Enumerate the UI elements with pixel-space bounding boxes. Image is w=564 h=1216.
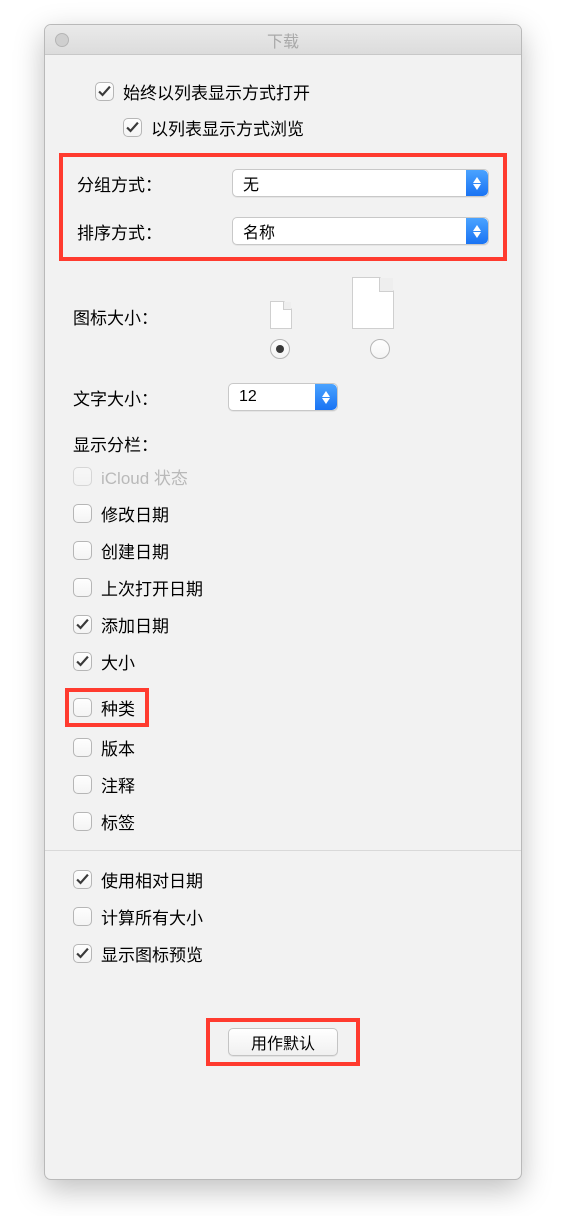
select-arrows-icon: [466, 170, 488, 196]
column-item: 注释: [73, 772, 493, 797]
sort-by-select[interactable]: 名称: [232, 217, 489, 245]
column-label: 种类: [101, 695, 135, 720]
grouping-highlight-box: 分组方式： 无 排序方式： 名称: [59, 153, 507, 261]
column-item-highlight: 种类: [65, 688, 149, 727]
show-preview-label: 显示图标预览: [101, 941, 203, 966]
icon-size-small-radio[interactable]: [270, 339, 290, 359]
show-preview-row: 显示图标预览: [73, 941, 493, 966]
column-checkbox[interactable]: [73, 578, 92, 597]
column-item: 标签: [73, 809, 493, 834]
file-icon-small: [270, 301, 292, 329]
always-open-list-checkbox[interactable]: [95, 82, 114, 101]
always-open-list-label: 始终以列表显示方式打开: [123, 79, 310, 104]
icon-size-label: 图标大小：: [73, 286, 228, 329]
relative-dates-label: 使用相对日期: [101, 867, 203, 892]
column-checkbox[interactable]: [73, 504, 92, 523]
text-size-select[interactable]: 12: [228, 383, 338, 411]
title-bar: 下载: [45, 25, 521, 55]
sort-by-row: 排序方式： 名称: [77, 217, 489, 245]
group-by-select[interactable]: 无: [232, 169, 489, 197]
view-options-window: 下载 始终以列表显示方式打开 以列表显示方式浏览 分组方式： 无: [44, 24, 522, 1180]
relative-dates-checkbox[interactable]: [73, 870, 92, 889]
columns-list: iCloud 状态修改日期创建日期上次打开日期添加日期大小种类版本注释标签: [73, 464, 493, 834]
column-label: iCloud 状态: [101, 464, 188, 489]
column-checkbox[interactable]: [73, 812, 92, 831]
column-label: 标签: [101, 809, 135, 834]
content-area: 始终以列表显示方式打开 以列表显示方式浏览 分组方式： 无 排序方式：: [45, 55, 521, 1066]
calc-sizes-checkbox[interactable]: [73, 907, 92, 926]
select-arrows-icon: [315, 384, 337, 410]
icon-size-section: 图标大小：: [73, 277, 493, 359]
footer-section: 使用相对日期 计算所有大小 显示图标预览: [73, 867, 493, 966]
text-size-label: 文字大小：: [73, 385, 228, 410]
text-size-value: 12: [229, 388, 257, 406]
column-checkbox[interactable]: [73, 775, 92, 794]
relative-dates-row: 使用相对日期: [73, 867, 493, 892]
always-open-list-row: 始终以列表显示方式打开: [95, 77, 493, 105]
column-label: 注释: [101, 772, 135, 797]
show-preview-checkbox[interactable]: [73, 944, 92, 963]
window-title: 下载: [45, 28, 521, 52]
use-as-default-button[interactable]: 用作默认: [228, 1028, 338, 1056]
column-item: 上次打开日期: [73, 575, 493, 600]
column-label: 修改日期: [101, 501, 169, 526]
default-button-highlight: 用作默认: [206, 1018, 360, 1066]
show-columns-section: 显示分栏： iCloud 状态修改日期创建日期上次打开日期添加日期大小种类版本注…: [73, 431, 493, 834]
column-label: 大小: [101, 649, 135, 674]
column-checkbox[interactable]: [73, 615, 92, 634]
column-item: 修改日期: [73, 501, 493, 526]
sort-by-label: 排序方式：: [77, 219, 232, 244]
column-checkbox[interactable]: [73, 541, 92, 560]
column-item: 创建日期: [73, 538, 493, 563]
column-item: 大小: [73, 649, 493, 674]
calc-sizes-label: 计算所有大小: [101, 904, 203, 929]
close-window-button[interactable]: [55, 33, 69, 47]
group-by-label: 分组方式：: [77, 171, 232, 196]
footer-button-wrap: 用作默认: [73, 1018, 493, 1066]
column-label: 创建日期: [101, 538, 169, 563]
select-arrows-icon: [466, 218, 488, 244]
column-item: 版本: [73, 735, 493, 760]
icon-size-row: 图标大小：: [73, 277, 493, 329]
group-by-row: 分组方式： 无: [77, 169, 489, 197]
calc-sizes-row: 计算所有大小: [73, 904, 493, 929]
group-by-value: 无: [233, 171, 259, 195]
sort-by-value: 名称: [233, 219, 275, 243]
column-label: 上次打开日期: [101, 575, 203, 600]
icon-size-large-radio[interactable]: [370, 339, 390, 359]
browse-list-checkbox[interactable]: [123, 118, 142, 137]
column-item: 添加日期: [73, 612, 493, 637]
text-size-row: 文字大小： 12: [73, 383, 493, 411]
column-checkbox[interactable]: [73, 738, 92, 757]
show-columns-title: 显示分栏：: [73, 431, 493, 456]
divider: [45, 850, 521, 851]
column-checkbox[interactable]: [73, 652, 92, 671]
file-icon-large: [352, 277, 394, 329]
column-label: 版本: [101, 735, 135, 760]
column-checkbox: [73, 467, 92, 486]
browse-list-row: 以列表显示方式浏览: [123, 113, 493, 141]
column-label: 添加日期: [101, 612, 169, 637]
browse-list-label: 以列表显示方式浏览: [151, 115, 304, 140]
column-checkbox[interactable]: [73, 698, 92, 717]
column-item: iCloud 状态: [73, 464, 493, 489]
icon-size-radio-row: [73, 339, 493, 359]
